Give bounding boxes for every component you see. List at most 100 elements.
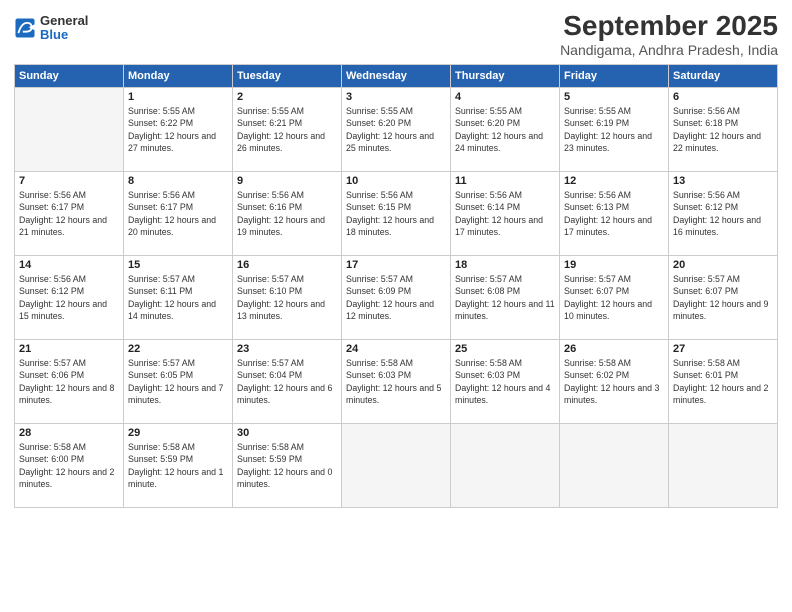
calendar-weekday: Saturday	[669, 65, 778, 88]
day-info: Sunrise: 5:56 AMSunset: 6:17 PMDaylight:…	[19, 189, 119, 238]
day-number: 9	[237, 175, 337, 187]
calendar-day-cell: 27 Sunrise: 5:58 AMSunset: 6:01 PMDayligh…	[669, 340, 778, 424]
day-number: 4	[455, 91, 555, 103]
calendar-day-cell: 29 Sunrise: 5:58 AMSunset: 5:59 PMDayligh…	[124, 424, 233, 508]
main-title: September 2025	[560, 10, 778, 42]
logo-line1: General	[40, 14, 88, 28]
day-info: Sunrise: 5:58 AMSunset: 6:01 PMDaylight:…	[673, 357, 773, 406]
day-number: 21	[19, 343, 119, 355]
day-info: Sunrise: 5:56 AMSunset: 6:17 PMDaylight:…	[128, 189, 228, 238]
day-info: Sunrise: 5:57 AMSunset: 6:10 PMDaylight:…	[237, 273, 337, 322]
day-info: Sunrise: 5:55 AMSunset: 6:22 PMDaylight:…	[128, 105, 228, 154]
calendar-day-cell: 28 Sunrise: 5:58 AMSunset: 6:00 PMDayligh…	[15, 424, 124, 508]
calendar-day-cell: 13 Sunrise: 5:56 AMSunset: 6:12 PMDayligh…	[669, 172, 778, 256]
day-info: Sunrise: 5:57 AMSunset: 6:11 PMDaylight:…	[128, 273, 228, 322]
day-number: 22	[128, 343, 228, 355]
day-number: 6	[673, 91, 773, 103]
subtitle: Nandigama, Andhra Pradesh, India	[560, 42, 778, 58]
logo-icon	[14, 17, 36, 39]
calendar-weekday: Monday	[124, 65, 233, 88]
day-info: Sunrise: 5:58 AMSunset: 6:03 PMDaylight:…	[346, 357, 446, 406]
day-number: 10	[346, 175, 446, 187]
day-number: 28	[19, 427, 119, 439]
calendar-week-row: 7 Sunrise: 5:56 AMSunset: 6:17 PMDaylight…	[15, 172, 778, 256]
day-number: 18	[455, 259, 555, 271]
day-number: 16	[237, 259, 337, 271]
calendar-week-row: 28 Sunrise: 5:58 AMSunset: 6:00 PMDayligh…	[15, 424, 778, 508]
calendar-day-cell: 1 Sunrise: 5:55 AMSunset: 6:22 PMDaylight…	[124, 88, 233, 172]
day-number: 19	[564, 259, 664, 271]
calendar-day-cell: 8 Sunrise: 5:56 AMSunset: 6:17 PMDaylight…	[124, 172, 233, 256]
day-number: 30	[237, 427, 337, 439]
day-number: 20	[673, 259, 773, 271]
day-number: 1	[128, 91, 228, 103]
calendar-day-cell: 24Sunrise: 5:58 AMSunset: 6:03 PMDayligh…	[342, 340, 451, 424]
calendar-day-cell: 17 Sunrise: 5:57 AMSunset: 6:09 PMDayligh…	[342, 256, 451, 340]
calendar-day-cell: 30Sunrise: 5:58 AMSunset: 5:59 PMDayligh…	[233, 424, 342, 508]
day-number: 12	[564, 175, 664, 187]
day-number: 11	[455, 175, 555, 187]
calendar-day-cell: 9 Sunrise: 5:56 AMSunset: 6:16 PMDaylight…	[233, 172, 342, 256]
day-number: 8	[128, 175, 228, 187]
calendar-day-cell: 7 Sunrise: 5:56 AMSunset: 6:17 PMDaylight…	[15, 172, 124, 256]
calendar-header-row: SundayMondayTuesdayWednesdayThursdayFrid…	[15, 65, 778, 88]
calendar-table: SundayMondayTuesdayWednesdayThursdayFrid…	[14, 64, 778, 508]
day-info: Sunrise: 5:56 AMSunset: 6:12 PMDaylight:…	[673, 189, 773, 238]
calendar-day-cell: 6 Sunrise: 5:56 AMSunset: 6:18 PMDaylight…	[669, 88, 778, 172]
day-number: 25	[455, 343, 555, 355]
calendar-weekday: Friday	[560, 65, 669, 88]
calendar-day-cell: 21Sunrise: 5:57 AMSunset: 6:06 PMDayligh…	[15, 340, 124, 424]
day-info: Sunrise: 5:55 AMSunset: 6:19 PMDaylight:…	[564, 105, 664, 154]
day-info: Sunrise: 5:57 AMSunset: 6:05 PMDaylight:…	[128, 357, 228, 406]
header: General Blue September 2025 Nandigama, A…	[14, 10, 778, 58]
day-info: Sunrise: 5:57 AMSunset: 6:07 PMDaylight:…	[673, 273, 773, 322]
page: General Blue September 2025 Nandigama, A…	[0, 0, 792, 612]
day-info: Sunrise: 5:58 AMSunset: 5:59 PMDaylight:…	[128, 441, 228, 490]
day-info: Sunrise: 5:55 AMSunset: 6:21 PMDaylight:…	[237, 105, 337, 154]
day-info: Sunrise: 5:58 AMSunset: 6:03 PMDaylight:…	[455, 357, 555, 406]
calendar-day-cell: 11 Sunrise: 5:56 AMSunset: 6:14 PMDayligh…	[451, 172, 560, 256]
calendar-day-cell: 16 Sunrise: 5:57 AMSunset: 6:10 PMDayligh…	[233, 256, 342, 340]
day-info: Sunrise: 5:56 AMSunset: 6:18 PMDaylight:…	[673, 105, 773, 154]
day-number: 13	[673, 175, 773, 187]
logo-text: General Blue	[40, 14, 88, 43]
day-number: 27	[673, 343, 773, 355]
calendar-day-cell: 15Sunrise: 5:57 AMSunset: 6:11 PMDayligh…	[124, 256, 233, 340]
calendar-day-cell	[560, 424, 669, 508]
day-info: Sunrise: 5:57 AMSunset: 6:09 PMDaylight:…	[346, 273, 446, 322]
calendar-week-row: 1 Sunrise: 5:55 AMSunset: 6:22 PMDaylight…	[15, 88, 778, 172]
day-number: 29	[128, 427, 228, 439]
title-area: September 2025 Nandigama, Andhra Pradesh…	[560, 10, 778, 58]
calendar-weekday: Sunday	[15, 65, 124, 88]
calendar-day-cell: 23Sunrise: 5:57 AMSunset: 6:04 PMDayligh…	[233, 340, 342, 424]
day-info: Sunrise: 5:55 AMSunset: 6:20 PMDaylight:…	[346, 105, 446, 154]
day-info: Sunrise: 5:56 AMSunset: 6:13 PMDaylight:…	[564, 189, 664, 238]
day-number: 3	[346, 91, 446, 103]
day-info: Sunrise: 5:58 AMSunset: 6:02 PMDaylight:…	[564, 357, 664, 406]
day-info: Sunrise: 5:55 AMSunset: 6:20 PMDaylight:…	[455, 105, 555, 154]
calendar-week-row: 14Sunrise: 5:56 AMSunset: 6:12 PMDayligh…	[15, 256, 778, 340]
day-info: Sunrise: 5:56 AMSunset: 6:16 PMDaylight:…	[237, 189, 337, 238]
calendar-day-cell: 2Sunrise: 5:55 AMSunset: 6:21 PMDaylight…	[233, 88, 342, 172]
calendar-day-cell: 5 Sunrise: 5:55 AMSunset: 6:19 PMDaylight…	[560, 88, 669, 172]
day-info: Sunrise: 5:56 AMSunset: 6:14 PMDaylight:…	[455, 189, 555, 238]
calendar-day-cell	[451, 424, 560, 508]
calendar-week-row: 21Sunrise: 5:57 AMSunset: 6:06 PMDayligh…	[15, 340, 778, 424]
calendar-day-cell: 25 Sunrise: 5:58 AMSunset: 6:03 PMDayligh…	[451, 340, 560, 424]
day-number: 17	[346, 259, 446, 271]
calendar-weekday: Wednesday	[342, 65, 451, 88]
day-info: Sunrise: 5:56 AMSunset: 6:15 PMDaylight:…	[346, 189, 446, 238]
day-number: 26	[564, 343, 664, 355]
day-number: 7	[19, 175, 119, 187]
calendar-day-cell: 14Sunrise: 5:56 AMSunset: 6:12 PMDayligh…	[15, 256, 124, 340]
calendar-day-cell: 18 Sunrise: 5:57 AMSunset: 6:08 PMDayligh…	[451, 256, 560, 340]
day-info: Sunrise: 5:57 AMSunset: 6:04 PMDaylight:…	[237, 357, 337, 406]
calendar-day-cell	[342, 424, 451, 508]
day-number: 5	[564, 91, 664, 103]
calendar-day-cell	[15, 88, 124, 172]
calendar-day-cell: 10 Sunrise: 5:56 AMSunset: 6:15 PMDayligh…	[342, 172, 451, 256]
calendar-day-cell: 12 Sunrise: 5:56 AMSunset: 6:13 PMDayligh…	[560, 172, 669, 256]
day-info: Sunrise: 5:57 AMSunset: 6:08 PMDaylight:…	[455, 273, 555, 322]
day-info: Sunrise: 5:56 AMSunset: 6:12 PMDaylight:…	[19, 273, 119, 322]
day-info: Sunrise: 5:58 AMSunset: 6:00 PMDaylight:…	[19, 441, 119, 490]
